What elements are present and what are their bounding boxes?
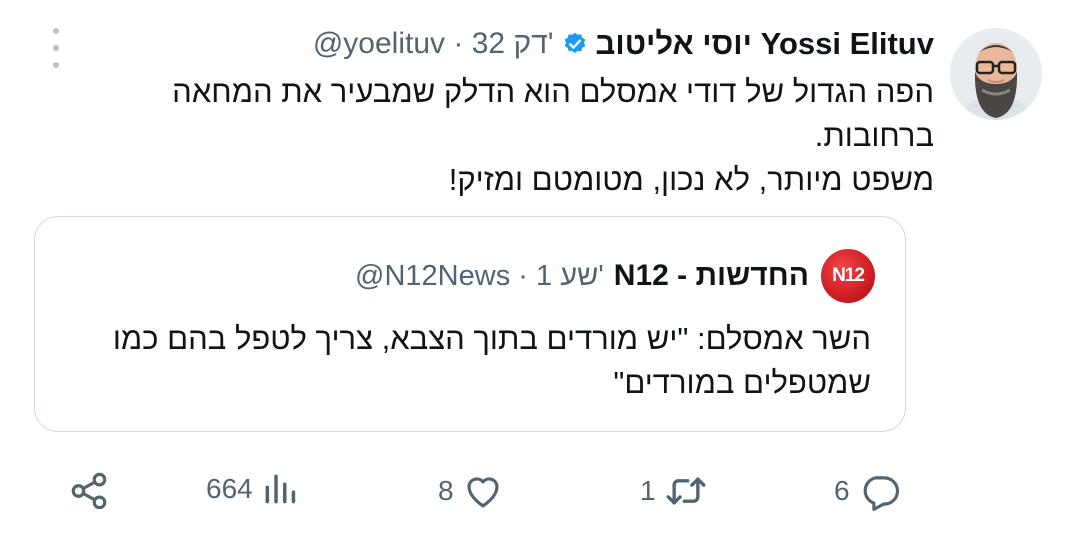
tweet-header: יוסי אליטוב Yossi Elituv @yoelituv · 32 … [313,24,934,64]
views-chart-icon [265,474,295,504]
avatar-portrait-icon [950,28,1042,120]
likes-count: 8 [438,475,454,506]
retweet-icon [666,477,706,505]
quoted-meta: @N12News · 1 שע' [355,260,604,293]
retweet-button[interactable]: 1 [640,470,708,512]
quoted-author-name: החדשות - N12 [613,259,809,292]
author-name[interactable]: יוסי אליטוב Yossi Elituv [596,26,935,62]
author-avatar[interactable] [950,28,1042,120]
verified-badge-icon [562,31,588,57]
views-button[interactable]: 664 [206,470,299,508]
quoted-tweet-header: N12 החדשות - N12 @N12News · 1 שע' [355,249,875,303]
tweet-action-bar: 664 8 1 6 [0,460,1080,524]
n12-logo-icon: N12 [821,249,875,303]
reply-bubble-icon [863,476,899,511]
tweet-text-line: הפה הגדול של דודי אמסלם הוא הדלק שמבעיר … [172,74,934,153]
retweets-count: 1 [640,475,656,506]
meta-separator: · [453,27,464,60]
reply-button[interactable]: 6 [834,470,902,512]
heart-icon [467,477,499,508]
tweet-meta: @yoelituv · 32 דק' [313,27,554,61]
tweet-text: הפה הגדול של דודי אמסלם הוא הדלק שמבעיר … [114,70,934,202]
tweet-text-line: משפט מיותר, לא נכון, מטומטם ומזיק! [448,162,934,197]
replies-count: 6 [834,475,850,506]
quoted-handle: @N12News [355,259,511,292]
more-options-icon[interactable] [44,28,68,68]
quoted-tweet-text: השר אמסלם: "יש מורדים בתוך הצבא, צריך לט… [112,321,871,400]
like-button[interactable]: 8 [438,470,504,512]
share-icon [71,472,107,510]
quoted-tweet-card[interactable]: N12 החדשות - N12 @N12News · 1 שע' השר אמ… [34,216,906,432]
views-count: 664 [206,473,253,504]
quoted-meta-separator: · [518,259,528,292]
author-handle[interactable]: @yoelituv [313,27,445,60]
share-button[interactable] [68,470,110,512]
quoted-time: 1 שע' [536,259,604,292]
tweet-time[interactable]: 32 דק' [472,27,554,60]
